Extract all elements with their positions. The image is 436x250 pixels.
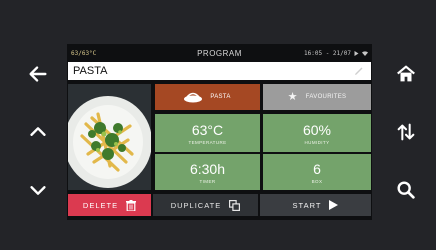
star-icon: ★: [287, 90, 298, 103]
temperature-label: TEMPERATURE: [188, 139, 227, 145]
search-icon: [397, 181, 415, 199]
timer-tile[interactable]: 6:30h TIMER: [155, 154, 260, 190]
temperature-value: 63°C: [191, 121, 224, 138]
play-icon: [329, 200, 339, 210]
box-value: 6: [313, 160, 321, 177]
wifi-icon: [362, 51, 368, 56]
home-button[interactable]: [393, 61, 419, 87]
delete-label: DELETE: [82, 200, 119, 210]
scroll-up-button[interactable]: [25, 119, 51, 145]
box-label: BOX: [311, 178, 323, 184]
touch-screen: 63/63°C PROGRAM 16:05 - 21/07 PASTA PAST…: [67, 44, 372, 220]
timer-value: 6:30h: [189, 160, 226, 177]
chevron-down-icon: [30, 186, 46, 195]
pasta-dish-icon: [184, 92, 203, 103]
pencil-icon[interactable]: [353, 65, 365, 77]
sort-arrows-icon: [397, 123, 415, 141]
humidity-tile[interactable]: 60% HUMIDITY: [263, 114, 371, 152]
favourites-label: FAVOURITES: [305, 94, 347, 100]
home-icon: [397, 65, 415, 82]
delete-button[interactable]: DELETE: [68, 194, 151, 216]
status-bar: 63/63°C PROGRAM 16:05 - 21/07: [67, 44, 372, 62]
start-label: START: [292, 200, 322, 210]
temperature-tile[interactable]: 63°C TEMPERATURE: [155, 114, 260, 152]
category-favourites[interactable]: ★ FAVOURITES: [263, 84, 371, 110]
recipe-name: PASTA: [73, 65, 108, 77]
humidity-label: HUMIDITY: [304, 139, 330, 145]
trash-icon: [126, 199, 137, 211]
recipe-photo: [68, 84, 151, 190]
sort-button[interactable]: [393, 119, 419, 145]
scroll-down-button[interactable]: [25, 177, 51, 203]
play-status-icon: [354, 51, 359, 56]
duplicate-button[interactable]: DUPLICATE: [153, 194, 258, 216]
search-button[interactable]: [393, 177, 419, 203]
duplicate-icon: [229, 199, 241, 211]
category-label: PASTA: [210, 94, 231, 100]
back-button[interactable]: [25, 61, 51, 87]
humidity-value: 60%: [302, 121, 332, 138]
status-datetime-group: 16:05 - 21/07: [304, 50, 368, 57]
category-pasta[interactable]: PASTA: [155, 84, 260, 110]
chevron-up-icon: [30, 127, 46, 136]
start-button[interactable]: START: [260, 194, 371, 216]
timer-label: TIMER: [199, 178, 216, 184]
box-tile[interactable]: 6 BOX: [263, 154, 371, 190]
recipe-name-field[interactable]: PASTA: [68, 62, 371, 80]
back-arrow-icon: [29, 66, 47, 82]
status-datetime: 16:05 - 21/07: [304, 50, 351, 57]
duplicate-label: DUPLICATE: [170, 200, 222, 210]
